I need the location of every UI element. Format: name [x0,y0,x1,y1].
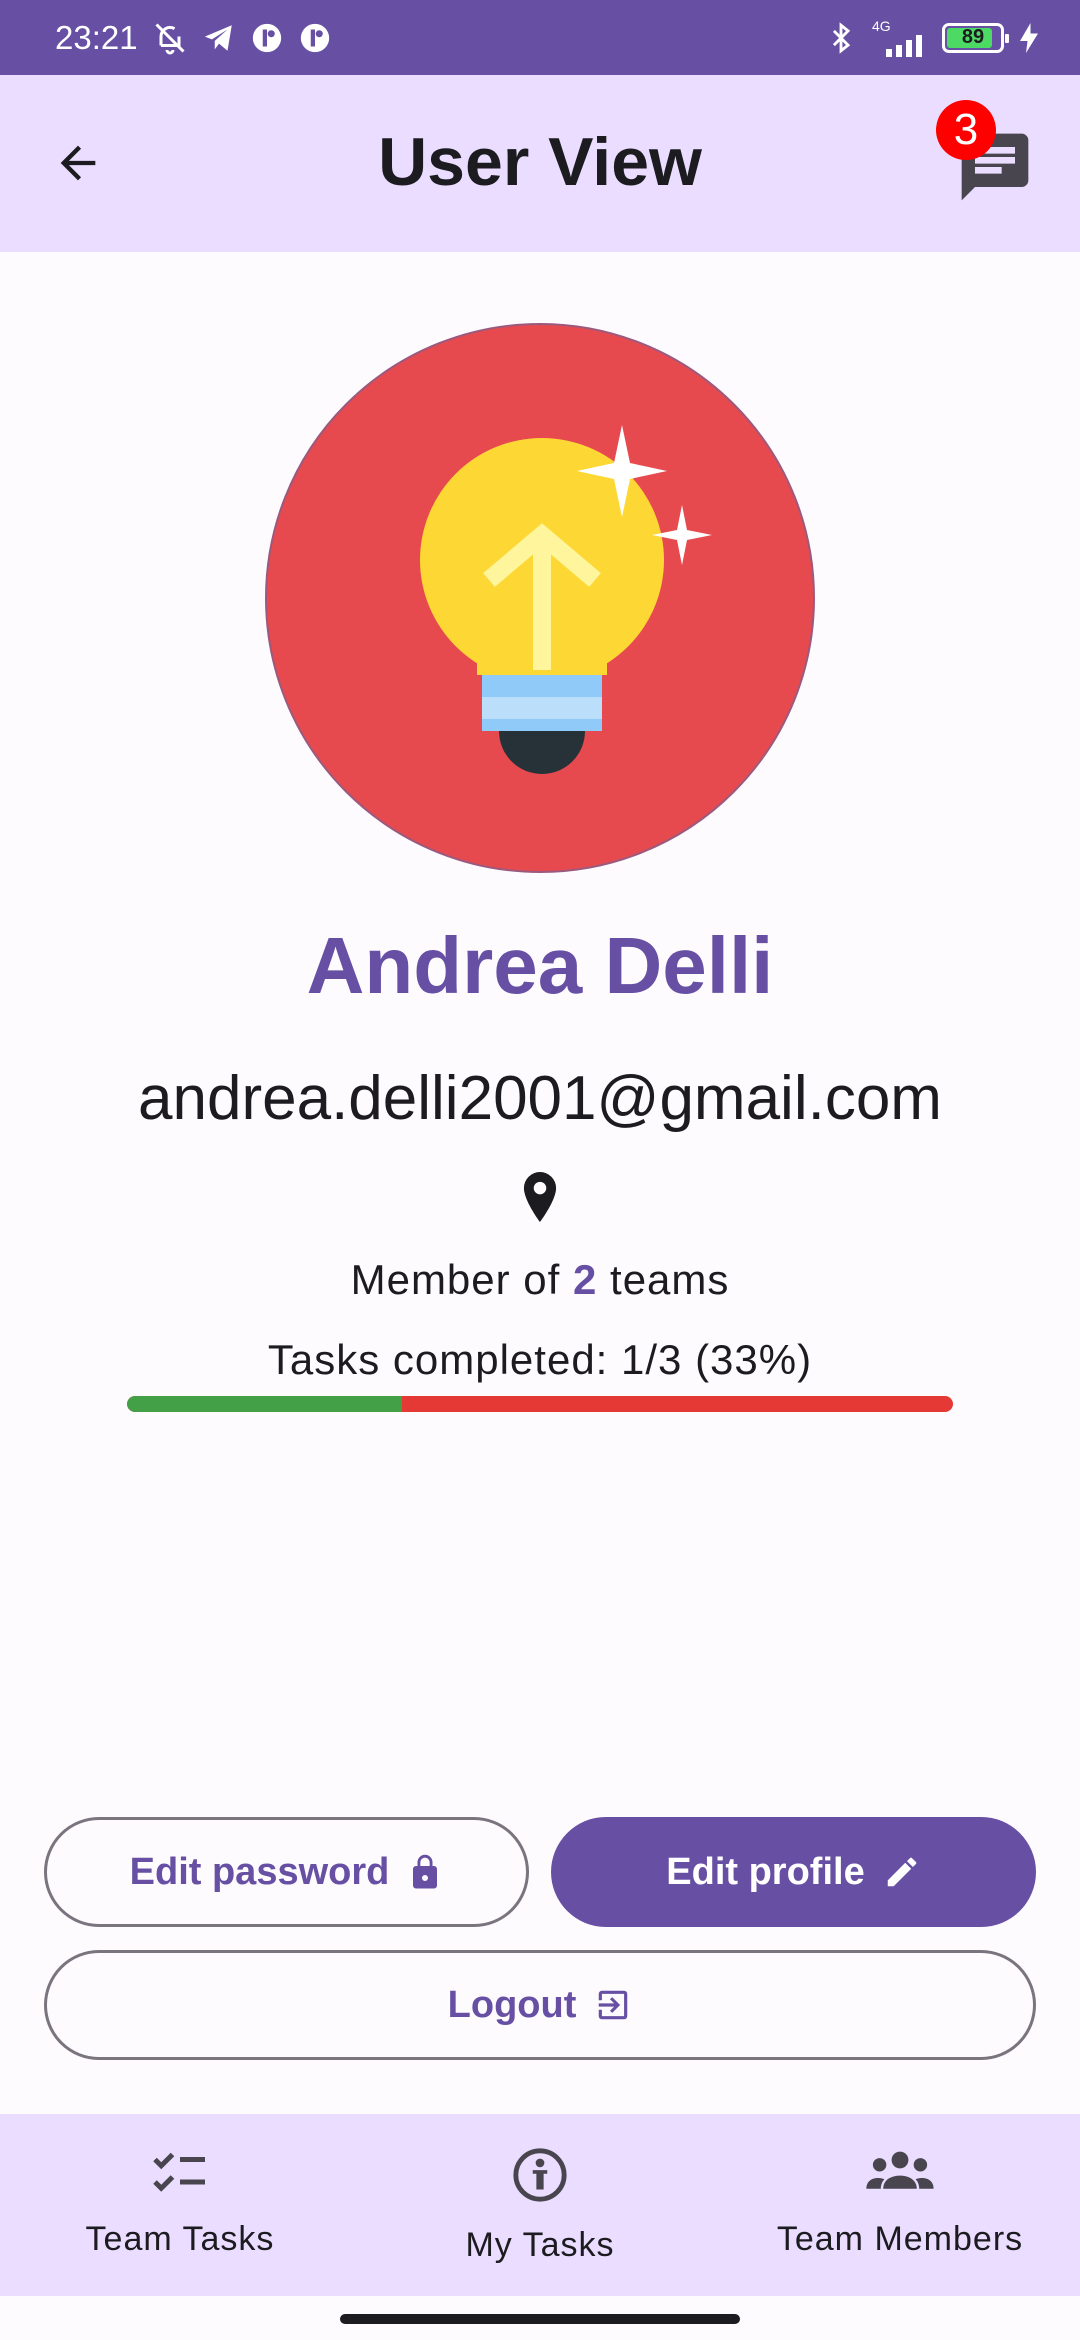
nav-my-tasks-label: My Tasks [465,2226,615,2264]
status-time: 23:21 [55,18,138,56]
nav-team-tasks[interactable]: Team Tasks [0,2114,360,2296]
nav-team-members[interactable]: Team Members [720,2114,1080,2296]
group-icon [866,2151,934,2189]
app-notification-icon-2 [300,23,329,52]
pencil-icon [887,1857,916,1887]
nav-team-members-label: Team Members [776,2220,1024,2258]
page-title: User View [378,124,702,200]
tasks-progress-fill [127,1396,403,1412]
tasks-progress-bar [127,1396,953,1412]
tasks-completed-text: Tasks completed: 1/3 (33%) [267,1336,813,1383]
nav-team-tasks-label: Team Tasks [85,2220,275,2258]
user-name: Andrea Delli [306,921,774,1010]
lightbulb-icon [420,425,712,774]
battery-percent: 89 [961,26,985,48]
user-email: andrea.delli2001@gmail.com [138,1064,942,1133]
person-info-icon [513,2148,567,2202]
chat-badge: 3 [936,100,996,160]
logout-label: Logout [447,1983,577,2026]
edit-profile-button[interactable]: Edit profile [551,1817,1036,1927]
telegram-icon [204,24,232,51]
avatar [265,323,815,873]
bluetooth-icon [832,21,851,54]
team-membership: Member of 2 teams [0,1256,1080,1304]
bottom-navigation: Team Tasks My Tasks Team Members [0,2114,1080,2296]
home-gesture-bar[interactable] [340,2314,740,2324]
members-suffix: teams [597,1256,730,1303]
signal-icon [886,34,922,57]
bell-off-icon [155,22,185,54]
status-bar: 23:21 4G 89 [0,0,1080,75]
app-bar: User View [0,75,1080,252]
charging-icon [1020,22,1038,53]
nav-my-tasks[interactable]: My Tasks [360,2114,720,2296]
members-prefix: Member of [350,1256,573,1303]
network-type: 4G [872,17,891,34]
lock-icon [413,1854,438,1889]
edit-password-label: Edit password [129,1850,390,1893]
app-notification-icon [252,23,281,52]
location-pin-icon [523,1172,557,1222]
edit-profile-label: Edit profile [666,1850,865,1893]
logout-icon [599,1990,628,2020]
battery-indicator: 89 [942,22,1009,53]
members-count: 2 [573,1256,598,1303]
logout-button[interactable]: Logout [44,1950,1036,2060]
signal-group: 4G [872,19,928,57]
edit-password-button[interactable]: Edit password [44,1817,529,1927]
checklist-icon [153,2152,205,2192]
